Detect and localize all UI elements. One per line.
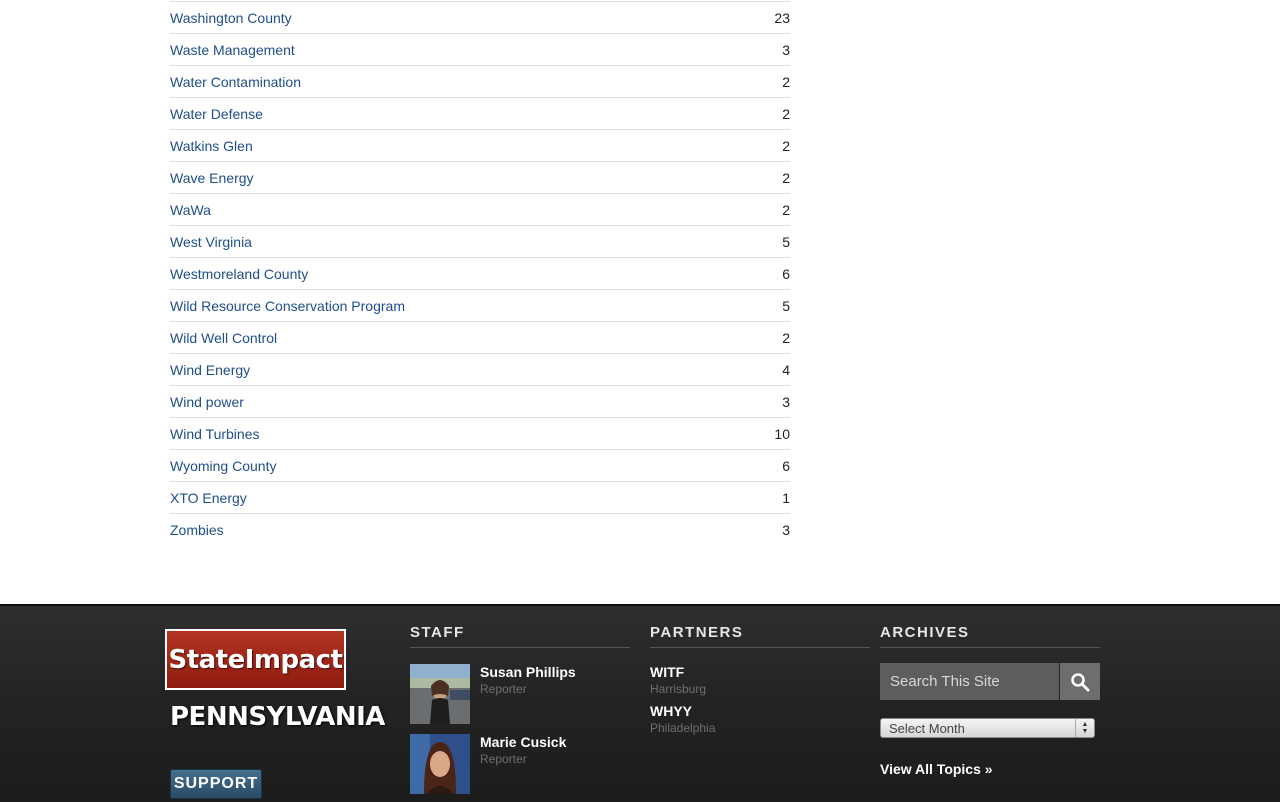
logo-text: StateImpact [168, 644, 343, 675]
topic-count: 2 [782, 329, 790, 346]
staff-heading: STAFF [410, 624, 630, 648]
partner-city: Harrisburg [650, 682, 707, 696]
select-arrows-icon: ▲ ▼ [1075, 719, 1094, 737]
partners-section: PARTNERS WITF Harrisburg WHYY Philadelph… [650, 624, 870, 735]
topic-count: 2 [782, 105, 790, 122]
site-footer: StateImpact PENNSYLVANIA SUPPORT STAFF S… [0, 604, 1280, 802]
topic-link-westmoreland-county[interactable]: Westmoreland County [170, 266, 308, 282]
staff-member: Susan Phillips Reporter [410, 664, 630, 724]
topic-row: Wyoming County 6 [170, 450, 790, 482]
topic-row: Waste Management 3 [170, 34, 790, 66]
topic-count: 6 [782, 457, 790, 474]
topic-count: 2 [782, 169, 790, 186]
topic-row: Water Contamination 2 [170, 66, 790, 98]
topic-link-water-defense[interactable]: Water Defense [170, 106, 263, 122]
topic-link-wave-energy[interactable]: Wave Energy [170, 170, 254, 186]
topic-link-wind-energy[interactable]: Wind Energy [170, 362, 250, 378]
topic-count: 1 [782, 489, 790, 506]
staff-name[interactable]: Susan Phillips [480, 664, 576, 680]
topic-link-xto-energy[interactable]: XTO Energy [170, 490, 247, 506]
staff-role: Reporter [480, 682, 527, 696]
stateimpact-logo[interactable]: StateImpact [165, 629, 346, 690]
topic-row: Wind Turbines 10 [170, 418, 790, 450]
partner-name[interactable]: WHYY [650, 703, 715, 719]
topic-count: 5 [782, 297, 790, 314]
staff-member: Marie Cusick Reporter [410, 734, 630, 794]
topic-link-zombies[interactable]: Zombies [170, 522, 224, 538]
topic-row: XTO Energy 1 [170, 482, 790, 514]
topic-count: 6 [782, 265, 790, 282]
topic-link-wind-power[interactable]: Wind power [170, 394, 244, 410]
select-month-label: Select Month [889, 721, 965, 736]
search-icon [1071, 672, 1090, 691]
topic-count: 23 [774, 9, 790, 26]
topic-count: 5 [782, 233, 790, 250]
topic-count: 4 [782, 361, 790, 378]
topic-link-waste-management[interactable]: Waste Management [170, 42, 295, 58]
topic-row: Zombies 3 [170, 514, 790, 545]
topic-row: Wind Energy 4 [170, 354, 790, 386]
brand-state-name: PENNSYLVANIA [170, 702, 385, 732]
topic-link-washington-county[interactable]: Washington County [170, 10, 292, 26]
partner-item: WHYY Philadelphia [650, 703, 715, 735]
topic-row: Wild Well Control 2 [170, 322, 790, 354]
topic-link-wild-well-control[interactable]: Wild Well Control [170, 330, 277, 346]
site-search [880, 663, 1100, 700]
topic-count: 2 [782, 201, 790, 218]
topic-link-wawa[interactable]: WaWa [170, 202, 211, 218]
topic-row: WaWa 2 [170, 194, 790, 226]
partner-city: Philadelphia [650, 721, 716, 735]
topic-link-wild-resource-conservation-program[interactable]: Wild Resource Conservation Program [170, 298, 405, 314]
topic-count: 3 [782, 521, 790, 538]
topic-count: 3 [782, 393, 790, 410]
staff-photo-susan-phillips[interactable] [410, 664, 470, 724]
topic-link-watkins-glen[interactable]: Watkins Glen [170, 138, 253, 154]
topic-link-wyoming-county[interactable]: Wyoming County [170, 458, 276, 474]
topics-list: Washington County 23 Waste Management 3 … [170, 1, 790, 545]
view-all-topics-link[interactable]: View All Topics » [880, 761, 993, 777]
search-button[interactable] [1060, 663, 1100, 700]
topic-row: West Virginia 5 [170, 226, 790, 258]
archives-heading: ARCHIVES [880, 624, 1100, 648]
partner-item: WITF Harrisburg [650, 664, 706, 696]
staff-name[interactable]: Marie Cusick [480, 734, 566, 750]
brand-block: StateImpact PENNSYLVANIA [165, 629, 385, 732]
topic-count: 10 [774, 425, 790, 442]
support-button[interactable]: SUPPORT [170, 769, 262, 799]
archive-month-select[interactable]: Select Month ▲ ▼ [880, 718, 1095, 738]
topic-row: Wind power 3 [170, 386, 790, 418]
topic-count: 2 [782, 73, 790, 90]
topic-link-wind-turbines[interactable]: Wind Turbines [170, 426, 259, 442]
topic-row: Watkins Glen 2 [170, 130, 790, 162]
topic-row: Washington County 23 [170, 2, 790, 34]
staff-role: Reporter [480, 752, 527, 766]
partner-name[interactable]: WITF [650, 664, 706, 680]
search-input[interactable] [880, 663, 1059, 700]
topic-count: 3 [782, 41, 790, 58]
staff-photo-marie-cusick[interactable] [410, 734, 470, 794]
topic-link-water-contamination[interactable]: Water Contamination [170, 74, 301, 90]
archives-section: ARCHIVES Select Month ▲▼ View All Topics… [880, 624, 1100, 777]
topic-row: Wild Resource Conservation Program 5 [170, 290, 790, 322]
topic-link-west-virginia[interactable]: West Virginia [170, 234, 252, 250]
staff-section: STAFF Susan Phillips Reporter Marie Cusi… [410, 624, 630, 794]
topic-count: 2 [782, 137, 790, 154]
topic-row: Westmoreland County 6 [170, 258, 790, 290]
partners-heading: PARTNERS [650, 624, 870, 648]
topic-row: Water Defense 2 [170, 98, 790, 130]
topic-row: Wave Energy 2 [170, 162, 790, 194]
